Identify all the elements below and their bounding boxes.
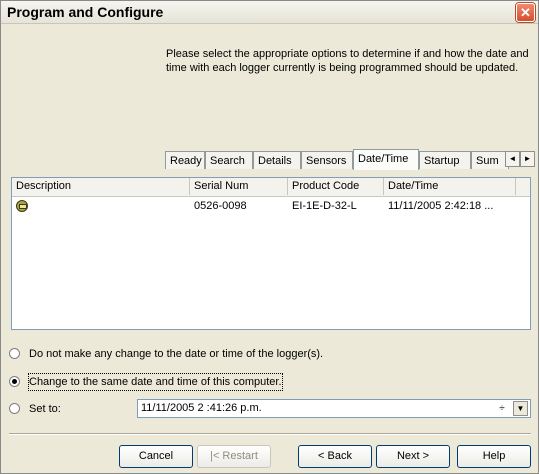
next-button[interactable]: Next > — [376, 445, 450, 468]
instructions-text: Please select the appropriate options to… — [166, 48, 529, 74]
divider — [9, 433, 531, 435]
tab-startup[interactable]: Startup — [419, 151, 471, 169]
spin-icon[interactable]: ÷ — [494, 401, 510, 416]
col-product-code[interactable]: Product Code — [288, 178, 384, 195]
datetime-picker[interactable]: 11/11/2005 2 :41:26 p.m. ÷ ▼ — [137, 399, 531, 418]
restart-button[interactable]: |< Restart — [197, 445, 271, 468]
no-change-radio[interactable] — [9, 348, 20, 359]
same-as-computer-label: Change to the same date and time of this… — [28, 373, 283, 391]
chevron-down-icon[interactable]: ▼ — [513, 401, 528, 416]
tab-scroll-left-icon[interactable]: ◄ — [505, 151, 520, 167]
help-button[interactable]: Help — [457, 445, 531, 468]
list-header: Description Serial Num Product Code Date… — [12, 178, 530, 197]
window-title: Program and Configure — [7, 4, 164, 20]
tab-search[interactable]: Search — [205, 151, 253, 169]
tab-details[interactable]: Details — [253, 151, 301, 169]
close-button[interactable]: ✕ — [516, 3, 535, 22]
back-button[interactable]: < Back — [298, 445, 372, 468]
tab-sensors[interactable]: Sensors — [301, 151, 353, 169]
set-to-radio[interactable] — [9, 403, 20, 414]
close-icon: ✕ — [520, 5, 531, 20]
tab-ready[interactable]: Ready — [165, 151, 205, 169]
row-product-code: EI-1E-D-32-L — [292, 200, 357, 212]
logger-list[interactable]: Description Serial Num Product Code Date… — [11, 177, 531, 330]
row-date-time: 11/11/2005 2:42:18 ... — [388, 200, 494, 212]
col-serial-num[interactable]: Serial Num — [190, 178, 288, 195]
tab-scroll-right-icon[interactable]: ► — [520, 151, 535, 167]
same-as-computer-radio[interactable] — [9, 376, 20, 387]
title-bar: Program and Configure ✕ — [1, 1, 538, 24]
col-date-time[interactable]: Date/Time — [384, 178, 516, 195]
table-row[interactable]: 0526-0098 EI-1E-D-32-L 11/11/2005 2:42:1… — [12, 198, 530, 214]
datetime-value[interactable]: 11/11/2005 2 :41:26 p.m. — [141, 402, 262, 414]
cancel-button[interactable]: Cancel — [119, 445, 193, 468]
program-configure-dialog: Program and Configure ✕ Please select th… — [0, 0, 539, 474]
logger-icon — [16, 200, 28, 212]
tab-date-time[interactable]: Date/Time — [353, 149, 419, 170]
col-description[interactable]: Description — [12, 178, 190, 195]
tab-strip: Ready Search Details Sensors Date/Time S… — [165, 149, 537, 170]
row-serial-num: 0526-0098 — [194, 200, 247, 212]
set-to-label: Set to: — [29, 403, 61, 415]
tab-summary[interactable]: Sum — [471, 151, 509, 169]
no-change-label: Do not make any change to the date or ti… — [29, 348, 324, 360]
